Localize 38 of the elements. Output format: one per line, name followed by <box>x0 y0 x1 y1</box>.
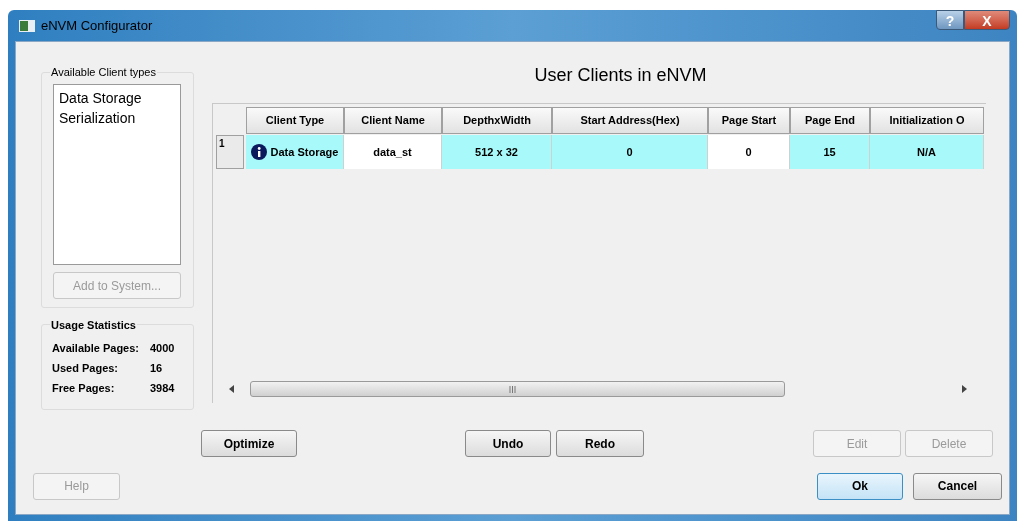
stat-value: 16 <box>150 361 163 376</box>
ok-button[interactable]: Ok <box>817 472 903 500</box>
section-heading: User Clients in eNVM <box>534 64 707 87</box>
undo-button[interactable]: Undo <box>465 430 551 457</box>
column-header[interactable]: Client Name <box>344 107 442 134</box>
column-header[interactable]: Initialization O <box>870 107 984 134</box>
window-title: eNVM Configurator <box>41 16 153 35</box>
cell-text: Data Storage <box>270 144 339 160</box>
column-header[interactable]: Page End <box>790 107 870 134</box>
cell-text: 512 x 32 <box>475 144 518 160</box>
cell-text: N/A <box>917 144 936 160</box>
grip-icon <box>509 385 516 393</box>
client-type-list[interactable]: Data Storage Serialization <box>53 84 181 265</box>
scroll-left-icon[interactable] <box>229 385 235 393</box>
stat-value: 4000 <box>150 341 175 356</box>
scrollbar-thumb[interactable] <box>250 381 785 397</box>
column-header[interactable]: DepthxWidth <box>442 107 552 134</box>
cancel-button[interactable]: Cancel <box>913 472 1002 500</box>
scroll-right-icon[interactable] <box>961 385 967 393</box>
app-icon <box>19 19 35 32</box>
list-item[interactable]: Serialization <box>59 108 180 128</box>
close-button[interactable]: X <box>964 10 1010 30</box>
stat-label: Available Pages: <box>52 341 141 356</box>
redo-button[interactable]: Redo <box>556 430 644 457</box>
cell-text: 0 <box>745 144 752 160</box>
row-header[interactable]: 1 <box>216 135 244 169</box>
cell-text: data_st <box>373 144 412 160</box>
cell-text: 15 <box>823 144 836 160</box>
optimize-button[interactable]: Optimize <box>201 430 297 457</box>
stat-label: Free Pages: <box>52 381 116 396</box>
info-icon <box>250 144 267 160</box>
column-header[interactable]: Page Start <box>708 107 790 134</box>
list-item[interactable]: Data Storage <box>59 88 180 108</box>
column-header[interactable]: Client Type <box>246 107 344 134</box>
stat-value: 3984 <box>150 381 175 396</box>
column-header[interactable]: Start Address(Hex) <box>552 107 708 134</box>
cell-text: 0 <box>626 144 633 160</box>
stat-label: Used Pages: <box>52 361 120 376</box>
